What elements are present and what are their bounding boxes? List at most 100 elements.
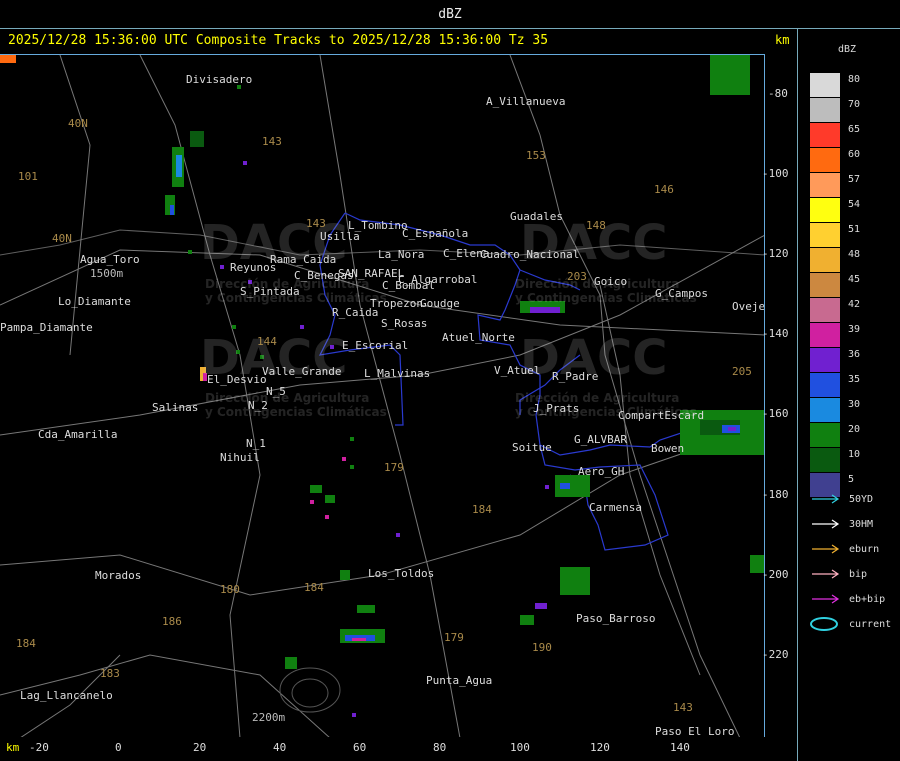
scale-label: 5 <box>848 474 855 485</box>
place-label: Goico <box>594 275 628 288</box>
scale-swatch <box>810 348 840 372</box>
place-label: A_Villanueva <box>486 95 566 108</box>
scale-swatch <box>810 323 840 347</box>
road-number: 183 <box>100 667 120 680</box>
place-label: G_ALVBAR <box>574 433 627 446</box>
track-legend-item: eb+bip <box>810 591 885 607</box>
place-label: Valle_Grande <box>262 365 342 378</box>
scale-swatch <box>810 198 840 222</box>
radar-map[interactable]: DACC DACC DACC DACC Dirección de Agricul… <box>0 54 765 737</box>
x-tick: 40 <box>273 741 287 754</box>
place-label: Paso_Barroso <box>576 612 656 625</box>
place-label: Aero_GH <box>578 465 625 478</box>
scale-label: 10 <box>848 449 861 460</box>
place-label: L_Malvinas <box>364 367 431 380</box>
place-label: Salinas <box>152 401 199 414</box>
place-label: S_Pintada <box>240 285 300 298</box>
road-number: 153 <box>526 149 546 162</box>
scale-swatch <box>810 123 840 147</box>
track-arrow-icon <box>812 494 840 504</box>
track-legend-item: 30HM <box>810 516 873 532</box>
x-tick: 100 <box>510 741 530 754</box>
scale-label: 45 <box>848 274 861 285</box>
place-label: G_Campos <box>655 287 708 300</box>
road-number: 179 <box>384 461 404 474</box>
road-number: 146 <box>654 183 674 196</box>
place-label: N_2 <box>248 399 268 412</box>
road-number: 40N <box>52 232 72 245</box>
road-number: 186 <box>162 615 182 628</box>
track-legend-item: current <box>810 616 891 632</box>
track-legend-item: eburn <box>810 541 879 557</box>
place-label: Ovejeria <box>732 300 765 313</box>
place-label: R_Caida <box>332 306 379 319</box>
x-tick: 80 <box>433 741 447 754</box>
place-label: Cda_Amarilla <box>38 428 118 441</box>
track-legend-item: bip <box>810 566 867 582</box>
road-number: 179 <box>444 631 464 644</box>
place-label: N_1 <box>246 437 266 450</box>
place-label: Lag_Llancanelo <box>20 689 113 702</box>
km-unit-label: km <box>6 741 20 754</box>
track-legend-label: current <box>849 618 892 630</box>
place-label: Atuel_Norte <box>442 331 515 344</box>
scale-swatch <box>810 448 840 472</box>
road-number: 143 <box>262 135 282 148</box>
x-tick: 120 <box>590 741 610 754</box>
place-label: J_Prats <box>533 402 580 415</box>
scale-title: dBZ <box>838 44 857 55</box>
scale-swatch <box>810 73 840 97</box>
scale-label: 70 <box>848 99 861 110</box>
scale-swatch <box>810 223 840 247</box>
road-number: 40N <box>68 117 88 130</box>
scale-label: 80 <box>848 74 861 85</box>
watermark-sub: y Contingencias Climáticas <box>205 405 387 419</box>
place-label: Pampa_Diamante <box>0 321 93 334</box>
watermark-sub: Dirección de Agricultura <box>205 391 370 405</box>
scale-label: 35 <box>848 374 861 385</box>
place-label: R_Padre <box>552 370 599 383</box>
x-tick: -20 <box>29 741 49 754</box>
place-label: Morados <box>95 569 142 582</box>
scale-label: 30 <box>848 399 861 410</box>
scale-label: 20 <box>848 424 861 435</box>
place-label: El_Desvio <box>207 373 267 386</box>
y-tick: -120 <box>762 247 789 260</box>
track-arrow-icon <box>812 569 840 579</box>
y-tick: -220 <box>762 648 789 661</box>
road-number: 143 <box>306 217 326 230</box>
scale-label: 48 <box>848 249 861 260</box>
place-label: Punta_Agua <box>426 674 493 687</box>
place-label: Bowen <box>651 442 685 455</box>
legend-panel: dBZ 80 70 65 60 57 54 51 48 45 42 39 36 35 30 20 10 5 50… <box>797 29 900 761</box>
place-label: E_Escorial <box>342 339 409 352</box>
road-number: 101 <box>18 170 38 183</box>
track-legend-label: eb+bip <box>849 593 886 605</box>
road-number: 148 <box>586 219 606 232</box>
scale-label: 39 <box>848 324 861 335</box>
composite-tracks-header: 2025/12/28 15:36:00 UTC Composite Tracks… <box>8 33 549 48</box>
place-label: Usilla <box>320 230 360 243</box>
road-number: 203 <box>567 270 587 283</box>
scale-label: 36 <box>848 349 861 360</box>
scale-label: 42 <box>848 299 861 310</box>
scale-swatch <box>810 398 840 422</box>
track-arrow-icon <box>812 544 840 554</box>
road-number: 180 <box>220 583 240 596</box>
place-label: Guadales <box>510 210 563 223</box>
track-legend-item: 50YD <box>810 491 873 507</box>
scale-swatch <box>810 373 840 397</box>
road-number: 184 <box>304 581 324 594</box>
place-label: N_5 <box>266 385 286 398</box>
place-label: Soitue <box>512 441 552 454</box>
y-tick: -180 <box>762 488 789 501</box>
scale-swatch <box>810 298 840 322</box>
y-tick: -80 <box>768 87 788 100</box>
road-number: 144 <box>257 335 277 348</box>
y-tick: -100 <box>762 167 789 180</box>
km-unit-label: km <box>775 33 790 47</box>
scale-swatch <box>810 98 840 122</box>
road-number: 205 <box>732 365 752 378</box>
y-tick: -200 <box>762 568 789 581</box>
scale-label: 51 <box>848 224 861 235</box>
